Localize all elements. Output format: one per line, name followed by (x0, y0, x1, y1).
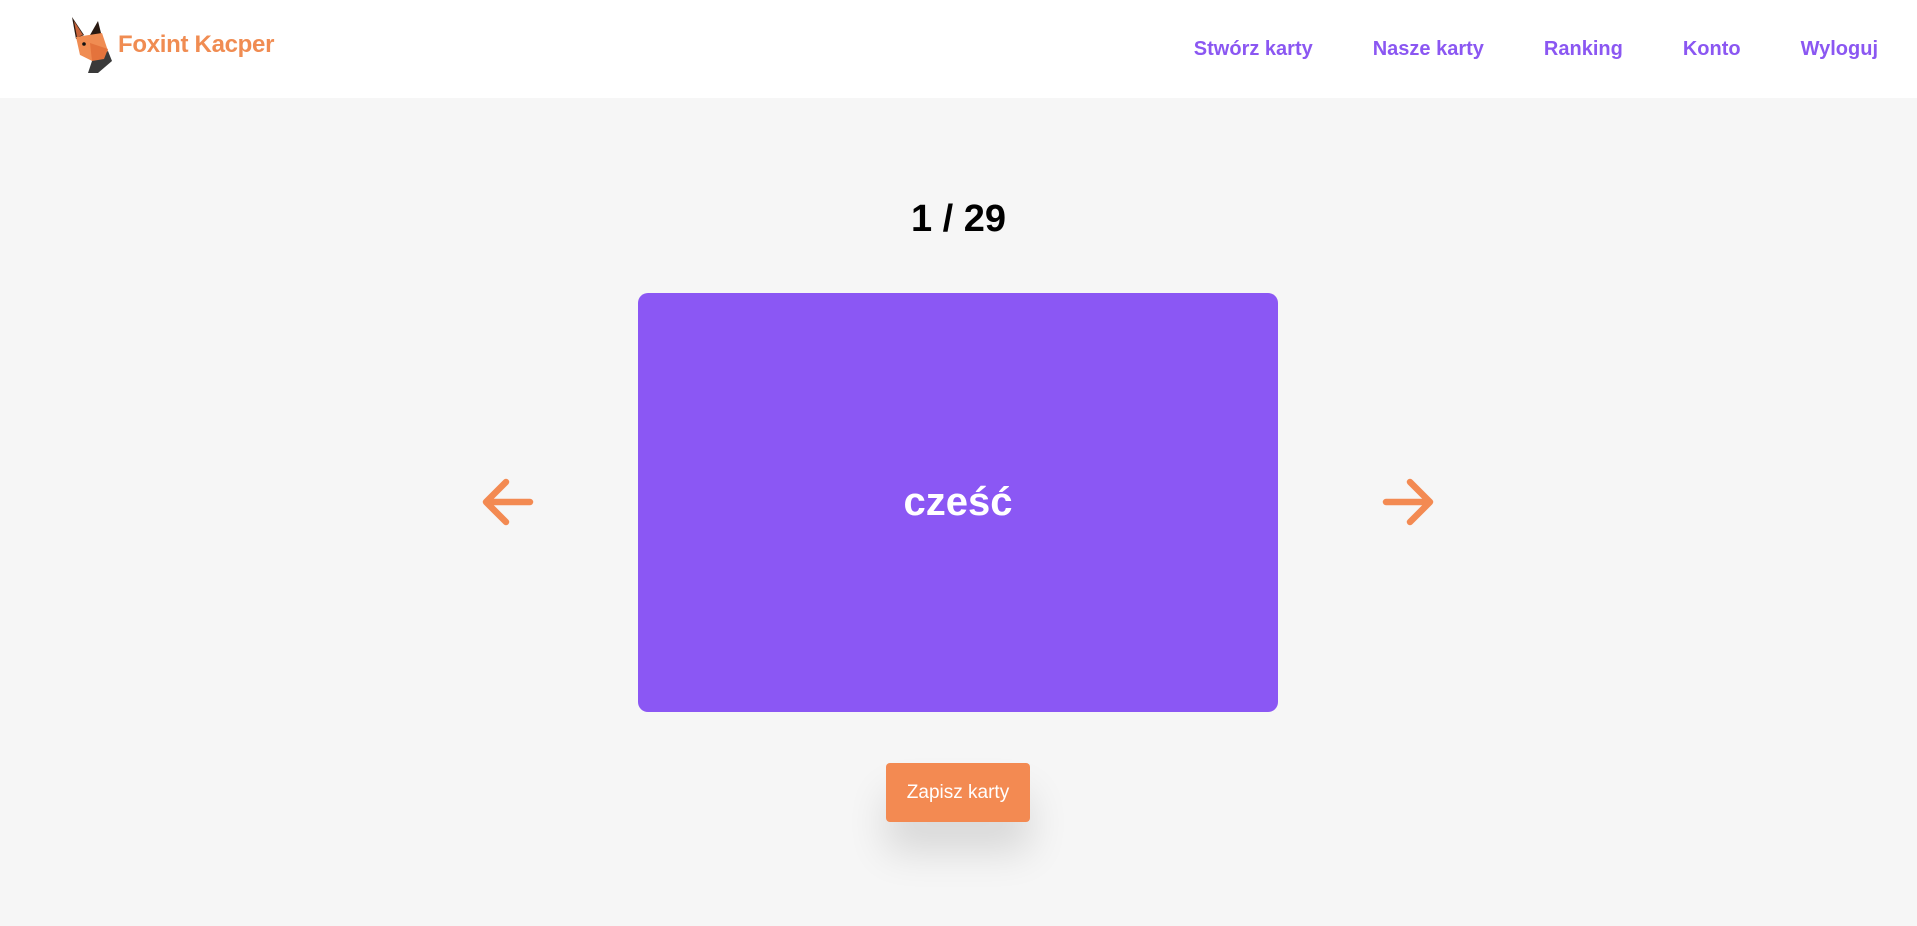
brand-name: Foxint Kacper (118, 31, 275, 58)
top-navbar: Foxint Kacper Stwórz karty Nasze karty R… (0, 0, 1917, 98)
next-card-button[interactable] (1380, 476, 1436, 528)
nav-ranking[interactable]: Ranking (1544, 38, 1623, 61)
nav-create-cards[interactable]: Stwórz karty (1194, 38, 1313, 61)
brand-logo-link[interactable]: Foxint Kacper (68, 14, 274, 76)
flashcard-word: cześć (903, 480, 1013, 524)
main-nav: Stwórz karty Nasze karty Ranking Konto W… (1194, 0, 1878, 98)
arrow-left-icon (480, 476, 536, 528)
prev-card-button[interactable] (480, 476, 536, 528)
arrow-right-icon (1380, 476, 1436, 528)
card-counter: 1 / 29 (910, 198, 1007, 240)
nav-account[interactable]: Konto (1683, 38, 1741, 61)
fox-head-icon (68, 15, 116, 75)
flashcard[interactable]: cześć (638, 293, 1278, 712)
nav-our-cards[interactable]: Nasze karty (1373, 38, 1484, 61)
nav-logout[interactable]: Wyloguj (1801, 38, 1878, 61)
save-cards-button[interactable]: Zapisz karty (886, 763, 1030, 822)
